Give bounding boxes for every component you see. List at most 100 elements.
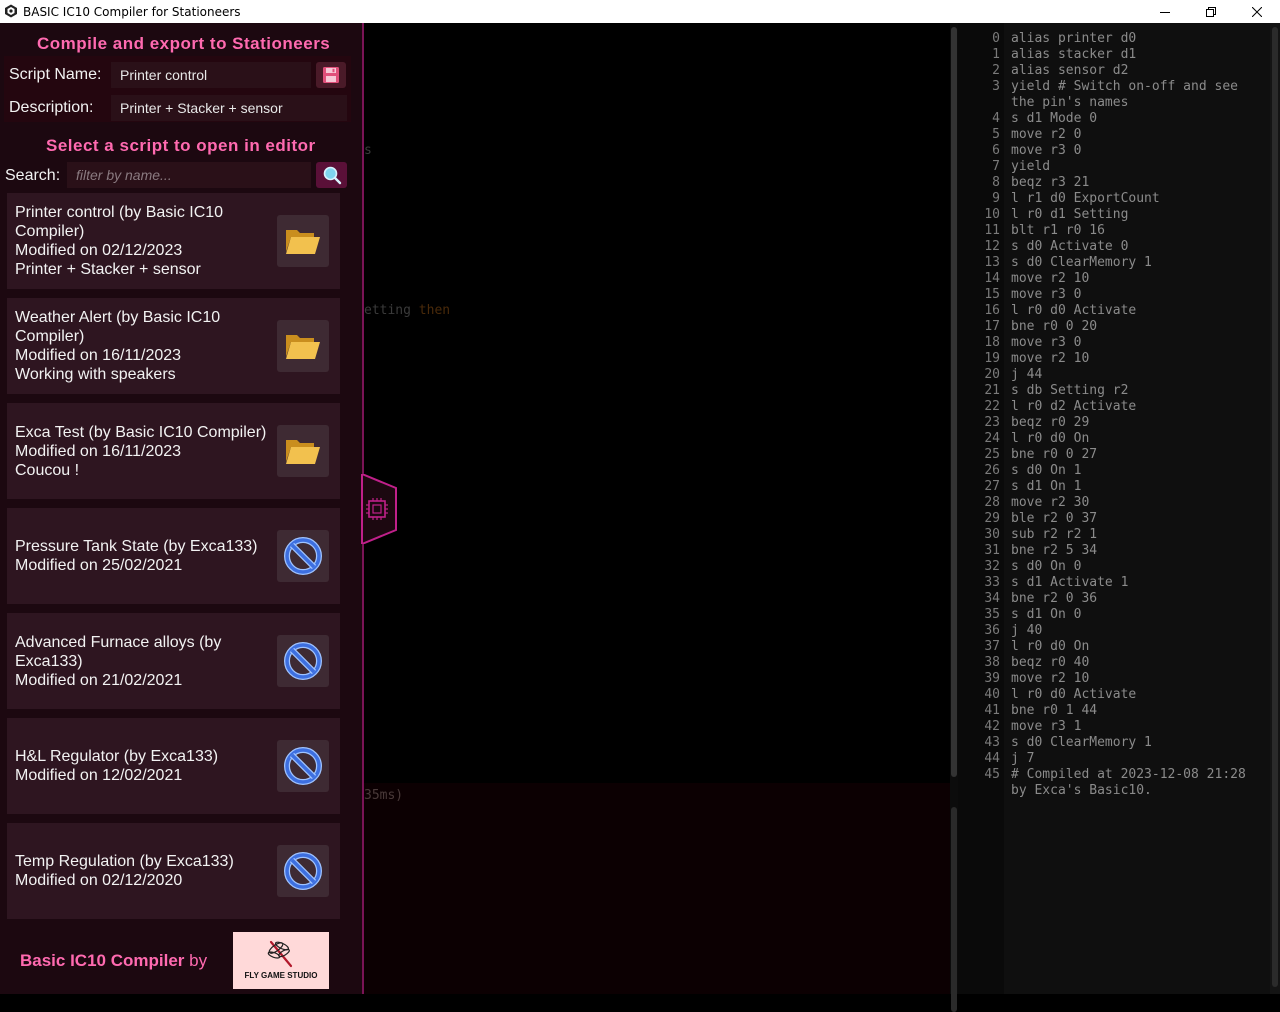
script-detail: Coucou ! (15, 461, 80, 479)
code-text: bne r0 0 20 (1011, 319, 1098, 334)
code-text: l r0 d0 On (1011, 639, 1090, 654)
script-card[interactable]: Weather Alert (by Basic IC10 Compiler) Mod… (7, 298, 340, 394)
line-number: 21 (984, 383, 1000, 398)
line-number: 33 (984, 575, 1000, 590)
restore-icon (1206, 6, 1216, 17)
code-line: 21 s db Setting r2 (958, 383, 1270, 399)
script-card[interactable]: H&L Regulator (by Exca133) Modified on 12… (7, 718, 340, 814)
script-card[interactable]: Advanced Furnace alloys (by Exca133) Modif… (7, 613, 340, 709)
minimize-button[interactable] (1142, 0, 1188, 23)
code-text: l r1 d0 ExportCount (1011, 191, 1160, 206)
open-script-button[interactable] (277, 425, 329, 477)
line-number: 0 (992, 31, 1000, 46)
dragonfly-logo-icon (267, 940, 293, 968)
script-locked-button[interactable] (277, 635, 329, 687)
line-number: 44 (984, 751, 1000, 766)
script-card-text: Pressure Tank State (by Exca133) Modified… (15, 508, 272, 604)
line-number: 1 (992, 47, 1000, 62)
script-detail: Compiler) (15, 223, 85, 240)
script-card-text: Weather Alert (by Basic IC10 Compiler) Mod… (15, 298, 272, 394)
script-locked-button[interactable] (277, 530, 329, 582)
line-number: 29 (984, 511, 1000, 526)
code-line: 39 move r2 10 (958, 671, 1270, 687)
code-line: 1 alias stacker d1 (958, 47, 1270, 63)
line-number: 32 (984, 559, 1000, 574)
code-line: 0 alias printer d0 (958, 31, 1270, 47)
code-text: j 40 (1011, 623, 1043, 638)
editor-scroll-thumb[interactable] (951, 27, 957, 777)
script-card[interactable]: Temp Regulation (by Exca133) Modified on … (7, 823, 340, 919)
code-line: 12 s d0 Activate 0 (958, 239, 1270, 255)
code-text: bne r0 0 27 (1011, 447, 1098, 462)
line-number: 34 (984, 591, 1000, 606)
script-title: Pressure Tank State (by Exca133) (15, 538, 258, 555)
code-text: beqz r0 40 (1011, 655, 1090, 670)
code-text: j 44 (1011, 367, 1043, 382)
search-button[interactable] (316, 162, 347, 188)
line-number: 4 (992, 111, 1000, 126)
script-card[interactable]: Printer control (by Basic IC10 Compiler) M… (7, 193, 340, 289)
line-number: 6 (992, 143, 1000, 158)
open-script-button[interactable] (277, 215, 329, 267)
line-number: 17 (984, 319, 1000, 334)
search-icon (323, 166, 341, 185)
minimize-icon (1160, 11, 1170, 13)
line-number: 28 (984, 495, 1000, 510)
line-number: 5 (992, 127, 1000, 142)
open-folder-icon (286, 440, 320, 464)
output-scroll-thumb[interactable] (951, 807, 957, 1012)
code-text: s d1 Activate 1 (1011, 575, 1129, 590)
code-line: 38 beqz r0 40 (958, 655, 1270, 671)
script-detail: Working with speakers (15, 366, 176, 383)
editor-scrollbar[interactable] (950, 23, 958, 1012)
compiled-code-panel[interactable]: 0 alias printer d0 1 alias stacker d1 2 alias… (958, 23, 1270, 994)
script-card[interactable]: Pressure Tank State (by Exca133) Modified… (7, 508, 340, 604)
code-line: 9 l r1 d0 ExportCount (958, 191, 1270, 207)
script-locked-button[interactable] (277, 845, 329, 897)
close-button[interactable] (1234, 0, 1280, 23)
window-title: BASIC IC10 Compiler for Stationeers (23, 5, 241, 19)
description-input[interactable]: Printer + Stacker + sensor (111, 95, 347, 121)
search-input[interactable]: filter by name... (67, 162, 311, 188)
line-number: 10 (984, 207, 1000, 222)
script-name-input[interactable]: Printer control (111, 62, 311, 88)
script-detail: Modified on 16/11/2023 (15, 347, 182, 364)
code-text: move r2 0 (1011, 127, 1082, 142)
code-text: s d1 On 1 (1011, 479, 1082, 494)
line-number: 19 (984, 351, 1000, 366)
code-text: move r2 30 (1011, 495, 1090, 510)
code-line: 34 bne r2 0 36 (958, 591, 1270, 607)
script-card-text: Exca Test (by Basic IC10 Compiler) Modifi… (15, 403, 272, 499)
code-line: 5 move r2 0 (958, 127, 1270, 143)
line-number: 9 (992, 191, 1000, 206)
open-script-button[interactable] (277, 320, 329, 372)
code-scroll-thumb[interactable] (1272, 27, 1278, 987)
code-text: s d0 On 1 (1011, 463, 1082, 478)
code-text: move r3 0 (1011, 287, 1082, 302)
line-number: 11 (984, 223, 1000, 238)
close-icon (1252, 6, 1262, 17)
script-locked-button[interactable] (277, 740, 329, 792)
code-text: move r3 0 (1011, 143, 1082, 158)
code-text: l r0 d0 On (1011, 431, 1090, 446)
code-text: move r3 0 (1011, 335, 1082, 350)
code-line: 15 move r3 0 (958, 287, 1270, 303)
editor-ghost-text: etting then (364, 303, 451, 318)
code-line: 27 s d1 On 1 (958, 479, 1270, 495)
restore-button[interactable] (1188, 0, 1234, 23)
code-line: 16 l r0 d0 Activate (958, 303, 1270, 319)
line-number: 24 (984, 431, 1000, 446)
code-line: 3 yield # Switch on-off and see the pin's… (958, 79, 1270, 111)
script-card[interactable]: Exca Test (by Basic IC10 Compiler) Modifi… (7, 403, 340, 499)
code-line: 14 move r2 10 (958, 271, 1270, 287)
code-line: 35 s d1 On 0 (958, 607, 1270, 623)
app-icon (5, 4, 17, 18)
code-line: 45 # Compiled at 2023-12-08 21:28 by Exca… (958, 767, 1270, 799)
code-line: 43 s d0 ClearMemory 1 (958, 735, 1270, 751)
code-line: 6 move r3 0 (958, 143, 1270, 159)
script-title: Weather Alert (by Basic IC10 (15, 309, 221, 326)
drawer-toggle-tab[interactable] (360, 474, 400, 544)
code-scrollbar[interactable] (1270, 23, 1280, 994)
code-text: s d0 Activate 0 (1011, 239, 1129, 254)
save-button[interactable] (316, 62, 346, 88)
